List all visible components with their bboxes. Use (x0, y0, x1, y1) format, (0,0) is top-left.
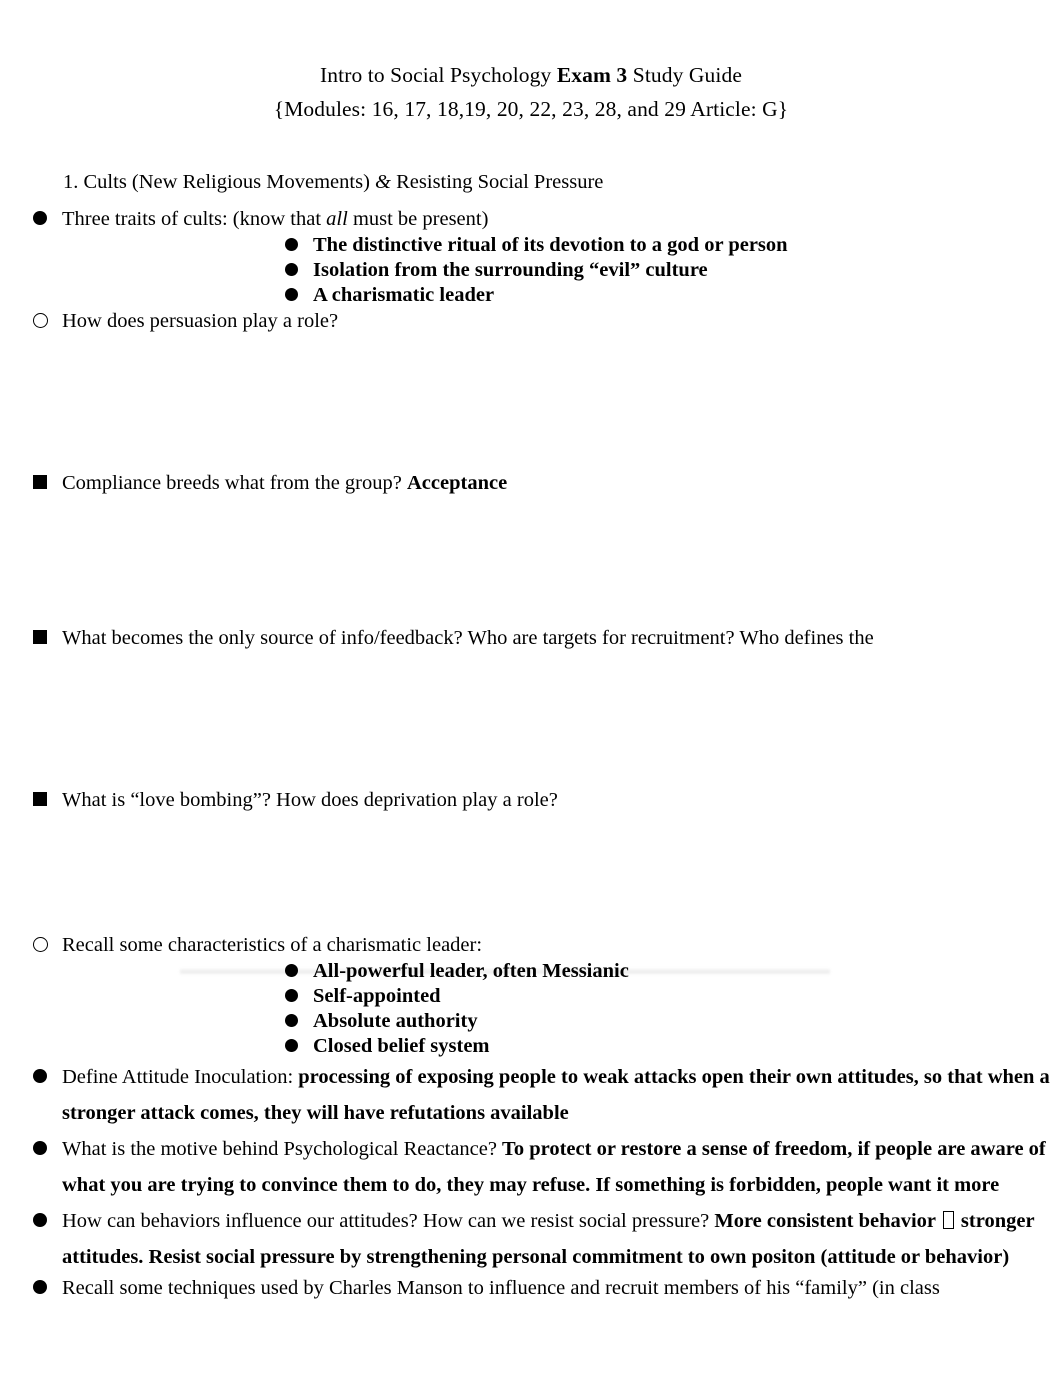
filled-circle-bullet-icon (285, 1009, 303, 1034)
trait-3-label: A charismatic leader (313, 284, 495, 306)
list-item-charles-manson: Recall some techniques used by Charles M… (0, 1275, 1062, 1302)
filled-circle-bullet-icon (285, 258, 303, 283)
list-item-charismatic-2: Self-appointed (0, 984, 1062, 1009)
list-item-persuasion-question: How does persuasion play a role? (0, 308, 1062, 335)
list-item-trait-1: The distinctive ritual of its devotion t… (0, 233, 1062, 258)
three-traits-emphasis: all (326, 208, 348, 230)
list-item-trait-2: Isolation from the surrounding “evil” cu… (0, 258, 1062, 283)
filled-circle-bullet-icon (285, 1034, 303, 1059)
answer-space-compliance (0, 497, 1062, 625)
filled-square-bullet-icon (33, 787, 51, 814)
answer-space-love-bombing (0, 814, 1062, 932)
trait-1-label: The distinctive ritual of its devotion t… (313, 234, 788, 256)
hollow-circle-bullet-icon (33, 308, 51, 335)
charismatic-4-label: Closed belief system (313, 1035, 490, 1057)
list-item-charismatic-4: Closed belief system (0, 1034, 1062, 1059)
filled-circle-bullet-icon (33, 1275, 51, 1302)
filled-square-bullet-icon (33, 470, 51, 497)
filled-circle-bullet-icon (33, 206, 51, 233)
missing-glyph-box-icon (942, 1211, 954, 1229)
list-item-charismatic-1: All-powerful leader, often Messianic (0, 959, 1062, 984)
document-body: 1. Cults (New Religious Movements) & Res… (0, 168, 1062, 1302)
love-bombing-question-text: What is “love bombing”? How does depriva… (62, 789, 558, 811)
filled-circle-bullet-icon (285, 233, 303, 258)
charismatic-recall-text: Recall some characteristics of a charism… (62, 934, 483, 956)
list-item-behaviors-attitudes: How can behaviors influence our attitude… (0, 1203, 1062, 1275)
source-of-info-question-text: What becomes the only source of info/fee… (62, 627, 874, 649)
title-prefix: Intro to Social Psychology (320, 63, 557, 87)
document-page: Intro to Social Psychology Exam 3 Study … (0, 0, 1062, 1377)
section-heading-ampersand: & (375, 171, 391, 193)
section-heading-cults: 1. Cults (New Religious Movements) & Res… (0, 168, 1062, 196)
attitude-inoculation-question: Define Attitude Inoculation: (62, 1066, 299, 1088)
filled-circle-bullet-icon (33, 1131, 51, 1167)
list-item-compliance-question: Compliance breeds what from the group? A… (0, 470, 1062, 497)
behaviors-attitudes-question: How can behaviors influence our attitude… (62, 1210, 715, 1232)
title-exam-number: Exam 3 (556, 63, 628, 87)
charismatic-3-label: Absolute authority (313, 1010, 478, 1032)
filled-circle-bullet-icon (33, 1059, 51, 1095)
compliance-answer-text: Acceptance (406, 472, 508, 494)
document-title-block: Intro to Social Psychology Exam 3 Study … (0, 58, 1062, 126)
list-item-love-bombing-question: What is “love bombing”? How does depriva… (0, 787, 1062, 814)
trait-2-label: Isolation from the surrounding “evil” cu… (313, 259, 708, 281)
list-item-charismatic-recall: Recall some characteristics of a charism… (0, 932, 1062, 959)
filled-circle-bullet-icon (33, 1203, 51, 1239)
answer-space-persuasion (0, 335, 1062, 470)
list-item-source-of-info-question: What becomes the only source of info/fee… (0, 625, 1062, 652)
list-item-attitude-inoculation: Define Attitude Inoculation: processing … (0, 1059, 1062, 1131)
answer-space-source-of-info (0, 652, 1062, 787)
filled-circle-bullet-icon (285, 283, 303, 308)
list-item-charismatic-3: Absolute authority (0, 1009, 1062, 1034)
behaviors-attitudes-answer-a: More consistent behavior (714, 1210, 941, 1232)
charles-manson-text: Recall some techniques used by Charles M… (62, 1277, 940, 1299)
filled-circle-bullet-icon (285, 959, 303, 984)
list-item-three-traits: Three traits of cults: (know that all mu… (0, 206, 1062, 233)
title-suffix: Study Guide (627, 63, 742, 87)
title-modules-line: {Modules: 16, 17, 18,19, 20, 22, 23, 28,… (273, 97, 789, 121)
filled-square-bullet-icon (33, 625, 51, 652)
list-item-trait-3: A charismatic leader (0, 283, 1062, 308)
three-traits-text-post: must be present) (347, 208, 489, 230)
charismatic-1-label: All-powerful leader, often Messianic (313, 960, 629, 982)
three-traits-text-pre: Three traits of cults: (know that (62, 208, 327, 230)
compliance-question-text: Compliance breeds what from the group? (62, 472, 407, 494)
hollow-circle-bullet-icon (33, 932, 51, 959)
list-item-psychological-reactance: What is the motive behind Psychological … (0, 1131, 1062, 1203)
charismatic-2-label: Self-appointed (313, 985, 441, 1007)
section-heading-part-a: 1. Cults (New Religious Movements) (63, 171, 376, 193)
psychological-reactance-question: What is the motive behind Psychological … (62, 1138, 503, 1160)
section-heading-part-b: Resisting Social Pressure (391, 171, 604, 193)
persuasion-question-text: How does persuasion play a role? (62, 310, 339, 332)
filled-circle-bullet-icon (285, 984, 303, 1009)
page-title: Intro to Social Psychology Exam 3 Study … (0, 58, 1062, 92)
